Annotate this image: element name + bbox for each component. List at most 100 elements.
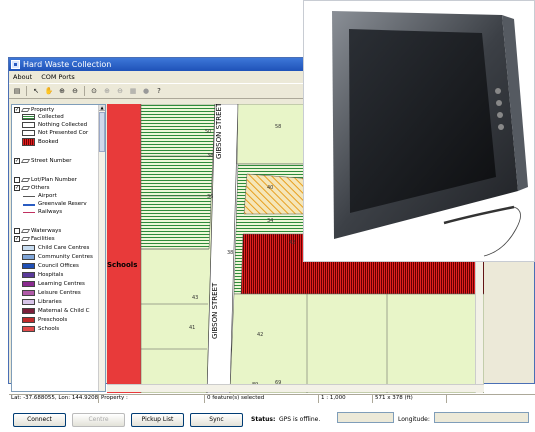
zoom-prev-icon[interactable]: ⊕ [102,86,112,96]
zoom-extent-icon[interactable]: ⊙ [89,86,99,96]
legend-group-street-number[interactable]: ✓ Street Number [14,158,72,164]
zoom-next-icon[interactable]: ⊖ [115,86,125,96]
place-label: Schools [107,261,137,269]
legend-group-facilities[interactable]: ✓ Facilities [14,236,55,242]
pickup-list-button[interactable]: Pickup List [131,413,184,427]
tablet-photo [303,0,535,262]
select-arrow-icon[interactable]: ↖ [31,86,41,96]
street-label: GIBSON STREET [215,104,223,159]
facility-label: Learning Centres [38,281,85,287]
facility-swatch [22,245,35,251]
lot-number: 34 [267,218,273,224]
window-title: Hard Waste Collection [23,60,112,69]
swatch-collected [22,114,35,120]
legend-item-label: Not Presented Cor [38,130,89,136]
lot-number: 38 [207,153,213,159]
map-horizontal-scrollbar[interactable] [107,384,484,392]
legend-group-label: Property [31,107,55,113]
toolbar-separator [26,86,27,96]
facility-label: Hospitals [38,272,64,278]
legend-group-label: Street Number [31,158,72,164]
parcel-south[interactable] [229,293,484,393]
checkbox-unchecked-icon[interactable] [14,177,20,183]
lot-number: 50 [205,129,211,135]
legend-group-label: Facilities [31,236,55,242]
scroll-thumb[interactable] [99,112,105,152]
legend-item-label: Collected [38,114,64,120]
legend-item-label: Airport [38,193,57,199]
layer-icon [20,178,31,182]
pan-hand-icon[interactable]: ✋ [44,86,54,96]
legend-group-lot-plan[interactable]: Lot/Plan Number [14,177,77,183]
tablet-button [495,88,501,94]
layer-icon [20,108,31,112]
status-bar: Lat: -37.688055, Lon: 144.920882 Propert… [9,394,535,403]
legend-panel: ✓ Property Collected Nothing Collected N… [11,104,106,392]
legend-group-label: Lot/Plan Number [31,177,77,183]
sync-button[interactable]: Sync [190,413,243,427]
checkbox-checked-icon[interactable]: ✓ [14,107,20,113]
swatch-nothing-collected [22,122,35,128]
lot-number: 58 [275,124,281,130]
facility-swatch [22,290,35,296]
facility-swatch [22,281,35,287]
tablet-button [496,100,502,106]
lot-number: 42 [257,332,263,338]
lot-number: 40 [267,185,273,191]
checkbox-unchecked-icon[interactable] [14,228,20,234]
zoom-out-icon[interactable]: ⊖ [70,86,80,96]
facility-label: Community Centres [38,254,93,260]
gps-status-value: GPS is offline. [279,416,321,423]
facility-swatch [22,272,35,278]
gps-icon[interactable]: ● [141,86,151,96]
toolbar-separator [84,86,85,96]
connect-button[interactable]: Connect [13,413,66,427]
facility-label: Schools [38,326,60,332]
legend-item-label: Nothing Collected [38,122,88,128]
facility-swatch [22,263,35,269]
lot-number: 38 [227,250,233,256]
measure-icon[interactable]: ▦ [128,86,138,96]
status-coordinates: Lat: -37.688055, Lon: 144.920882 [11,395,99,403]
app-icon [11,60,20,69]
stylus-tether [483,206,521,257]
lot-number: 42 [289,240,295,246]
layer-icon [20,237,31,241]
longitude-label: Longitude: [398,416,430,423]
layer-icon [20,186,31,190]
status-scale: 1 : 1,000 [319,395,373,403]
zoom-in-icon[interactable]: ⊕ [57,86,67,96]
checkbox-checked-icon[interactable]: ✓ [14,185,20,191]
facility-label: Maternal & Child C [38,308,90,314]
legend-group-waterways[interactable]: Waterways [14,228,61,234]
checkbox-checked-icon[interactable]: ✓ [14,236,20,242]
facility-label: Council Offices [38,263,79,269]
airport-line-icon [23,196,35,197]
layers-icon[interactable]: ▤ [12,86,22,96]
legend-item-label: Greenvale Reserv [38,201,87,207]
scroll-up-icon[interactable]: ▲ [99,105,105,111]
parcel-not-presented[interactable] [243,173,313,215]
facility-label: Libraries [38,299,62,305]
lot-number: 41 [189,325,195,331]
legend-group-label: Waterways [31,228,62,234]
layer-icon [20,229,31,233]
legend-group-others[interactable]: ✓ Others [14,185,49,191]
status-layer: Property : [99,395,205,403]
checkbox-checked-icon[interactable]: ✓ [14,158,20,164]
legend-scrollbar[interactable]: ▲ [98,105,105,391]
facility-swatch [22,308,35,314]
facility-label: Preschools [38,317,68,323]
menu-com-ports[interactable]: COM Ports [41,73,75,81]
legend-group-property[interactable]: ✓ Property [14,107,54,113]
centre-button[interactable]: Centre [72,413,125,427]
facility-label: Child Care Centres [38,245,90,251]
tablet-image [332,11,528,257]
lot-number: 36 [207,194,213,200]
parcel-collected[interactable] [140,104,216,250]
menu-about[interactable]: About [13,73,32,81]
info-icon[interactable]: ? [154,86,164,96]
school-parcel[interactable] [107,104,141,393]
status-selected: 0 feature(s) selected [205,395,319,403]
tablet-button [497,112,503,118]
